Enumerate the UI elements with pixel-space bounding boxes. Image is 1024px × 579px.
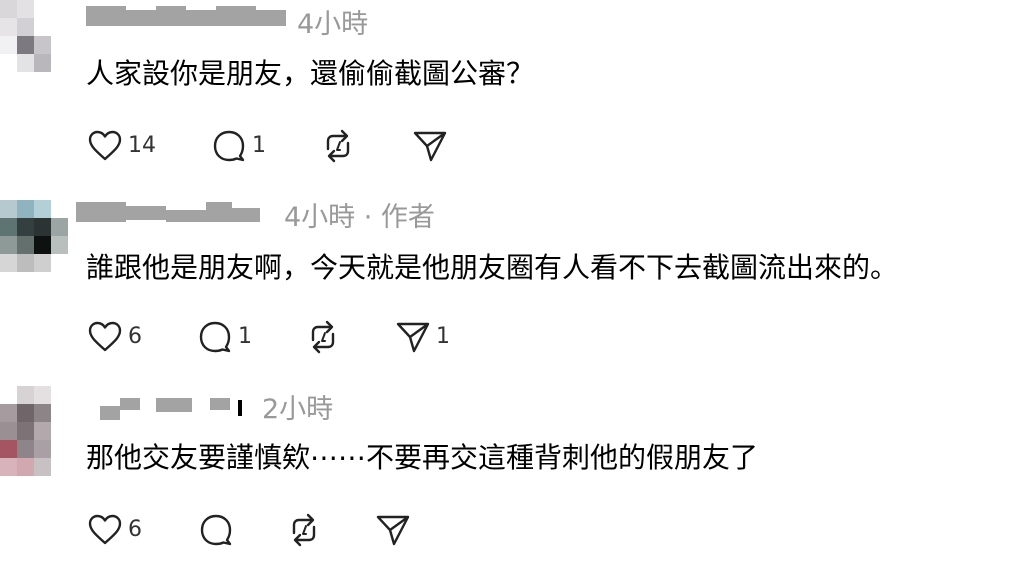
comment-text: 那他交友要謹慎欸⋯⋯不要再交這種背刺他的假朋友了: [86, 441, 759, 474]
heart-icon: [88, 321, 122, 352]
like-count: 6: [128, 324, 142, 349]
send-icon: [376, 515, 410, 546]
username-redacted[interactable]: [100, 396, 250, 422]
avatar-pixelated[interactable]: [0, 200, 68, 290]
heart-icon: [88, 514, 122, 545]
repost-button[interactable]: [319, 127, 361, 165]
send-icon: [396, 322, 430, 353]
repost-icon: [292, 513, 316, 547]
share-button[interactable]: 1: [394, 318, 450, 356]
comment-bubble-icon: [200, 514, 232, 546]
comment-meta: 4小時 · 作者: [284, 202, 435, 234]
comment-bubble-icon: [199, 321, 231, 353]
comment-1: 4小時 人家設你是朋友，還偷偷截圖公審？ 14 1: [0, 0, 1024, 190]
repost-button[interactable]: [304, 318, 346, 356]
comment-meta: 4小時: [297, 9, 368, 41]
like-button[interactable]: 6: [86, 318, 142, 356]
like-button[interactable]: 6: [86, 511, 142, 549]
reply-count: 1: [252, 133, 266, 158]
username-redacted[interactable]: [86, 4, 286, 30]
timestamp: 4小時: [297, 9, 369, 40]
comment-thread: 4小時 人家設你是朋友，還偷偷截圖公審？ 14 1 4小時 · 作者 誰跟他是朋…: [0, 0, 1024, 579]
avatar-pixelated[interactable]: [0, 0, 68, 90]
timestamp: 2小時: [262, 394, 334, 425]
like-count: 6: [128, 517, 142, 542]
send-icon: [413, 131, 447, 162]
reply-button[interactable]: [197, 511, 239, 549]
comment-meta: 2小時: [262, 394, 333, 426]
share-count: 1: [436, 324, 450, 349]
repost-icon: [311, 320, 335, 354]
reply-button[interactable]: 1: [210, 127, 266, 165]
like-count: 14: [128, 133, 156, 158]
comment-3: 2小時 那他交友要謹慎欸⋯⋯不要再交這種背刺他的假朋友了 6: [0, 384, 1024, 574]
share-button[interactable]: [374, 511, 416, 549]
avatar-pixelated[interactable]: [0, 386, 68, 476]
share-button[interactable]: [411, 127, 453, 165]
reply-count: 1: [238, 324, 252, 349]
heart-icon: [88, 130, 122, 161]
comment-bubble-icon: [213, 130, 245, 162]
repost-icon: [326, 129, 350, 163]
reply-button[interactable]: 1: [196, 318, 252, 356]
comment-text: 人家設你是朋友，還偷偷截圖公審？: [86, 57, 535, 90]
like-button[interactable]: 14: [86, 127, 156, 165]
author-tag: · 作者: [355, 202, 435, 233]
comment-text: 誰跟他是朋友啊，今天就是他朋友圈有人看不下去截圖流出來的。: [86, 251, 899, 284]
repost-button[interactable]: [285, 511, 327, 549]
timestamp: 4小時: [284, 202, 356, 233]
username-redacted[interactable]: [76, 200, 260, 226]
comment-2: 4小時 · 作者 誰跟他是朋友啊，今天就是他朋友圈有人看不下去截圖流出來的。 6…: [0, 192, 1024, 382]
